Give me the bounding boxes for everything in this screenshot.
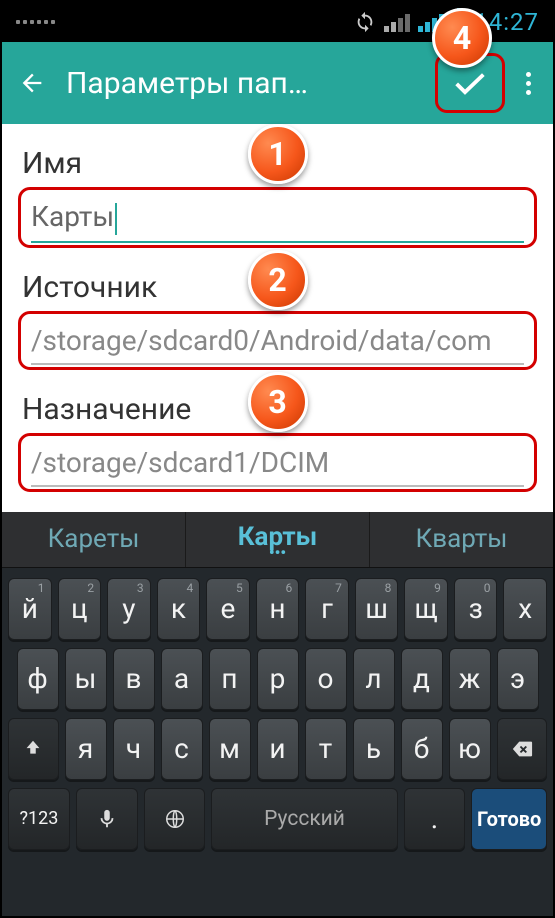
key-а[interactable]: а [161,648,203,710]
key-п[interactable]: п [209,648,251,710]
suggestion-row: Кареты Карты ••• Кварты [2,512,553,568]
key-ы[interactable]: ы [65,648,107,710]
key-т[interactable]: т [305,718,347,780]
name-input-wrap[interactable]: Карты [18,187,537,248]
on-screen-keyboard: Кареты Карты ••• Кварты й1ц2у3к4е5н6г7ш8… [2,512,553,916]
key-ю[interactable]: ю [449,718,491,780]
key-period[interactable]: . [404,788,466,850]
dest-input[interactable]: /storage/sdcard1/DCIM [31,442,524,487]
drag-handle-icon [16,20,55,24]
key-row-4: ?123 Русский . Готово [8,788,547,850]
key-ф[interactable]: ф [17,648,59,710]
callout-4: 4 [432,8,492,68]
key-language[interactable] [144,788,206,850]
key-numbers[interactable]: ?123 [8,788,70,850]
key-н[interactable]: н6 [256,578,300,640]
key-о[interactable]: о [305,648,347,710]
field-dest: Назначение /storage/sdcard1/DCIM 3 [18,388,537,492]
key-я[interactable]: я [65,718,107,780]
key-backspace[interactable] [497,718,548,780]
key-и[interactable]: и [257,718,299,780]
app-bar: Параметры пап… 4 [2,42,553,124]
suggestion-3[interactable]: Кварты [370,512,553,567]
overflow-menu-button[interactable] [513,72,543,95]
suggestion-2[interactable]: Карты ••• [186,512,370,567]
key-ч[interactable]: ч [113,718,155,780]
key-row-3: ячсмитьбю [8,718,547,780]
key-с[interactable]: с [161,718,203,780]
dest-input-wrap[interactable]: /storage/sdcard1/DCIM [18,433,537,492]
source-input-wrap[interactable]: /storage/sdcard0/Android/data/com [18,311,537,370]
confirm-button[interactable]: 4 [435,53,505,113]
key-у[interactable]: у3 [107,578,151,640]
field-name: Имя Карты 1 [18,142,537,248]
key-х[interactable]: х [503,578,547,640]
key-row-2: фывапролджэ [8,648,547,710]
key-ш[interactable]: ш8 [355,578,399,640]
text-cursor [115,203,117,235]
key-б[interactable]: б [401,718,443,780]
key-л[interactable]: л [353,648,395,710]
field-source: Источник /storage/sdcard0/Android/data/c… [18,266,537,370]
key-й[interactable]: й1 [8,578,52,640]
key-в[interactable]: в [113,648,155,710]
key-р[interactable]: р [257,648,299,710]
key-щ[interactable]: щ9 [404,578,448,640]
key-ц[interactable]: ц2 [58,578,102,640]
key-ж[interactable]: ж [449,648,491,710]
key-done[interactable]: Готово [471,788,547,850]
key-з[interactable]: з0 [454,578,498,640]
key-д[interactable]: д [401,648,443,710]
name-input[interactable]: Карты [31,200,114,233]
key-е[interactable]: е5 [206,578,250,640]
suggestion-more-icon: ••• [269,550,286,556]
suggestion-1[interactable]: Кареты [2,512,186,567]
back-button[interactable] [18,69,58,97]
app-bar-title: Параметры пап… [58,66,435,101]
callout-1: 1 [248,124,308,184]
source-input[interactable]: /storage/sdcard0/Android/data/com [31,320,524,365]
callout-2: 2 [248,250,308,310]
key-г[interactable]: г7 [305,578,349,640]
key-row-1: й1ц2у3к4е5н6г7ш8щ9з0х [8,578,547,640]
form-body: Имя Карты 1 Источник /storage/sdcard0/An… [2,124,553,512]
callout-3: 3 [248,372,308,432]
key-mic[interactable] [76,788,138,850]
sync-icon [354,11,376,33]
key-к[interactable]: к4 [157,578,201,640]
key-м[interactable]: м [209,718,251,780]
key-shift[interactable] [8,718,59,780]
signal-sim1-icon [384,12,410,32]
key-space[interactable]: Русский [211,788,397,850]
key-ь[interactable]: ь [353,718,395,780]
key-э[interactable]: э [497,648,539,710]
